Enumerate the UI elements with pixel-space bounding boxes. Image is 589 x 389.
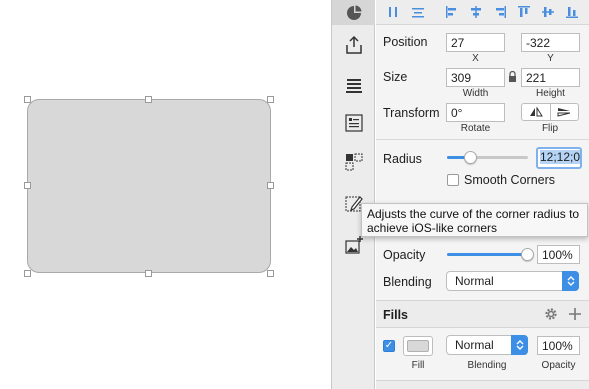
fill-blending-label: Blending <box>467 360 507 371</box>
rotate-field[interactable] <box>446 103 505 122</box>
canvas[interactable] <box>0 0 331 389</box>
align-middle-vertical-icon[interactable] <box>538 3 558 21</box>
blending-value: Normal <box>455 274 494 288</box>
fill-color-preview <box>407 340 429 352</box>
opacity-field[interactable] <box>537 245 580 264</box>
opacity-label: Opacity <box>383 248 426 262</box>
fill-opacity-label: Opacity <box>541 360 576 371</box>
export-icon[interactable] <box>332 26 375 64</box>
chevron-up-down-icon <box>511 335 528 355</box>
flip-label: Flip <box>541 123 559 134</box>
flip-vertical-icon[interactable] <box>549 104 579 120</box>
position-y-label: Y <box>547 53 554 64</box>
flip-horizontal-icon[interactable] <box>522 104 550 120</box>
transform-label: Transform <box>383 106 440 120</box>
blending-select[interactable]: Normal <box>446 271 579 291</box>
radius-label: Radius <box>383 152 422 166</box>
align-top-icon[interactable] <box>514 3 534 21</box>
height-label: Height <box>536 88 565 99</box>
gear-icon[interactable] <box>544 307 558 324</box>
radius-value: 12;12;0 <box>540 150 581 164</box>
width-label: Width <box>462 88 489 99</box>
align-bottom-icon[interactable] <box>562 3 582 21</box>
width-field[interactable] <box>446 68 505 87</box>
position-x-field[interactable] <box>446 33 505 52</box>
resize-handle-bottom-left[interactable] <box>24 270 31 277</box>
position-y-field[interactable] <box>521 33 580 52</box>
alignment-bar <box>376 0 589 25</box>
separator <box>376 139 589 140</box>
opacity-slider-knob[interactable] <box>521 248 534 261</box>
blending-label: Blending <box>383 275 432 289</box>
plus-icon[interactable] <box>568 307 582 324</box>
align-left-icon[interactable] <box>442 3 462 21</box>
distribute-horizontal-icon[interactable] <box>384 3 404 21</box>
fill-label: Fill <box>411 360 425 371</box>
resize-handle-top[interactable] <box>145 96 152 103</box>
flip-control <box>521 103 579 121</box>
position-x-label: X <box>472 53 479 64</box>
fill-color-swatch[interactable] <box>403 336 433 356</box>
list-panel-icon[interactable] <box>332 104 375 142</box>
inspector-panel: Position X Y Size Width Height Transform… <box>376 0 589 389</box>
resize-handle-top-right[interactable] <box>267 96 274 103</box>
opacity-slider[interactable] <box>447 248 534 261</box>
fill-blend-value: Normal <box>455 338 494 352</box>
fill-opacity-field[interactable] <box>537 336 580 355</box>
fills-title: Fills <box>383 308 409 322</box>
rotate-label: Rotate <box>460 123 491 134</box>
height-field[interactable] <box>521 68 580 87</box>
size-label: Size <box>383 70 408 84</box>
resize-handle-top-left[interactable] <box>24 96 31 103</box>
smooth-corners-checkbox[interactable] <box>447 174 459 186</box>
fills-header: Fills <box>376 300 589 328</box>
distribute-vertical-icon[interactable] <box>408 3 428 21</box>
align-center-horizontal-icon[interactable] <box>466 3 486 21</box>
vertical-toolbar <box>331 0 375 389</box>
lock-icon[interactable] <box>508 70 517 83</box>
smooth-corners-label: Smooth Corners <box>464 173 556 187</box>
opacity-slider-fill <box>447 253 528 256</box>
radius-slider-knob[interactable] <box>464 151 477 164</box>
resize-handle-left[interactable] <box>24 182 31 189</box>
layers-stack-icon[interactable] <box>332 66 375 104</box>
fill-enabled-checkbox[interactable]: ✓ <box>383 340 395 352</box>
position-label: Position <box>383 35 428 49</box>
resize-handle-bottom-right[interactable] <box>267 270 274 277</box>
align-right-icon[interactable] <box>490 3 510 21</box>
radius-field[interactable]: 12;12;0 <box>536 147 582 169</box>
rectangle-shape[interactable] <box>27 99 271 273</box>
next-section-header <box>376 380 589 389</box>
fill-blend-select[interactable]: Normal <box>446 335 528 355</box>
pie-chart-icon[interactable] <box>332 0 375 25</box>
resize-handle-right[interactable] <box>267 182 274 189</box>
chevron-up-down-icon <box>562 271 579 291</box>
radius-slider[interactable] <box>447 151 528 164</box>
components-icon[interactable] <box>332 143 375 181</box>
resize-handle-bottom[interactable] <box>145 270 152 277</box>
smooth-corners-tooltip: Adjusts the curve of the corner radius t… <box>361 203 588 237</box>
